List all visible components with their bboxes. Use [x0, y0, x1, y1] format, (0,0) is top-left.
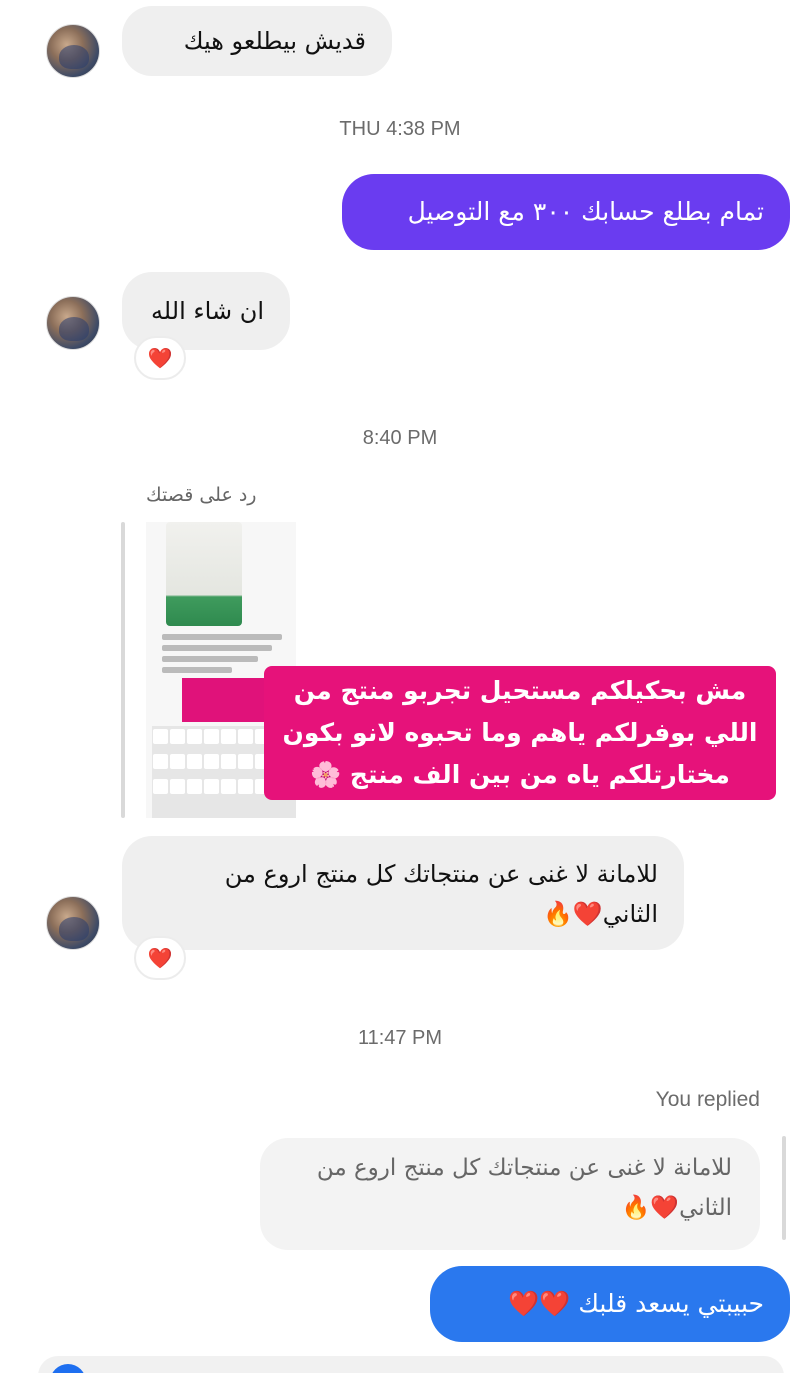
message-text: تمام بطلع حسابك ٣٠٠ مع التوصيل	[407, 197, 764, 226]
message-bubble[interactable]: قديش بيطلعو هيك	[122, 6, 392, 76]
story-overlay-line: مش بحكيلكم مستحيل تجربو منتج من	[293, 676, 747, 705]
story-overlay-text: مش بحكيلكم مستحيل تجربو منتج من اللي بوف…	[264, 666, 776, 800]
story-overlay-line: اللي بوفرلكم ياهم وما تحبوه لانو بكون	[282, 718, 758, 747]
message-composer[interactable]	[38, 1356, 784, 1373]
heart-reaction-icon[interactable]: ❤️	[134, 936, 186, 980]
story-pink-caption	[182, 678, 266, 722]
heart-reaction-icon[interactable]: ❤️	[134, 336, 186, 380]
avatar[interactable]	[46, 24, 100, 78]
timestamp: 8:40 PM	[362, 427, 438, 449]
message-text: الثاني❤️🔥	[543, 900, 658, 928]
quoted-text: الثاني❤️🔥	[621, 1195, 732, 1221]
message-bubble[interactable]: للامانة لا غنى عن منتجاتك كل منتج اروع م…	[122, 836, 684, 950]
timestamp: 11:47 PM	[357, 1027, 443, 1049]
product-image	[166, 522, 242, 626]
message-text: ان شاء الله	[150, 297, 264, 325]
message-text: للامانة لا غنى عن منتجاتك كل منتج اروع م…	[224, 860, 658, 888]
quoted-message[interactable]: للامانة لا غنى عن منتجاتك كل منتج اروع م…	[260, 1138, 760, 1250]
message-text: حبيبتي يسعد قلبك ❤️❤️	[508, 1289, 764, 1318]
avatar[interactable]	[46, 296, 100, 350]
avatar[interactable]	[46, 896, 100, 950]
story-reply-label: رد على قصتك	[146, 484, 257, 506]
quoted-text: للامانة لا غنى عن منتجاتك كل منتج اروع م…	[316, 1155, 732, 1181]
quote-rule	[782, 1136, 786, 1240]
message-text: قديش بيطلعو هيك	[183, 27, 366, 55]
you-replied-label: You replied	[655, 1088, 760, 1111]
message-bubble-outgoing[interactable]: تمام بطلع حسابك ٣٠٠ مع التوصيل	[342, 174, 790, 250]
message-bubble-outgoing[interactable]: حبيبتي يسعد قلبك ❤️❤️	[430, 1266, 790, 1342]
story-reply-rule	[121, 522, 125, 818]
timestamp: THU 4:38 PM	[339, 118, 461, 140]
story-overlay-line: مختارتلكم ياه من بين الف منتج 🌸	[310, 760, 730, 789]
